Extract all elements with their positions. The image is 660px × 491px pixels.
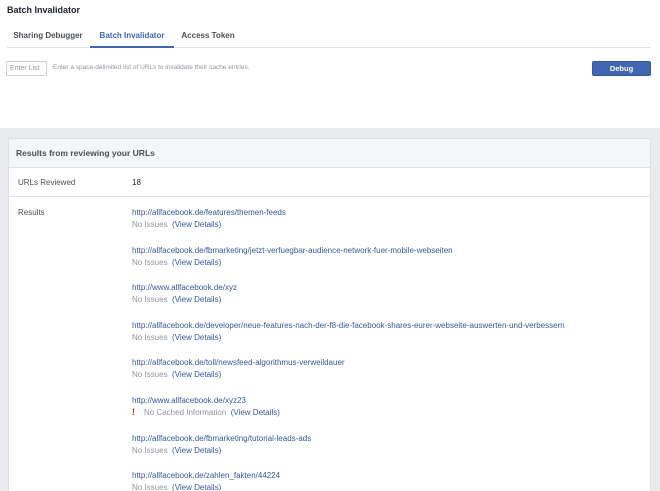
result-status: No Issues (View Details)	[132, 294, 642, 305]
result-url-link[interactable]: http://allfacebook.de/developer/neue-fea…	[132, 321, 642, 331]
result-status: No Issues (View Details)	[132, 369, 642, 380]
status-text: No Cached Information	[144, 407, 227, 417]
urls-reviewed-label: URLs Reviewed	[18, 178, 76, 187]
status-text: No Issues	[132, 332, 168, 342]
view-details-link[interactable]: View Details	[175, 258, 219, 267]
result-url-link[interactable]: http://allfacebook.de/features/themen-fe…	[132, 208, 642, 218]
result-item: http://allfacebook.de/fbmarketing/jetzt-…	[132, 246, 642, 284]
paren-close: )	[218, 295, 222, 305]
result-url-link[interactable]: http://www.allfacebook.de/xyz23	[132, 396, 642, 406]
tab-batch-invalidator[interactable]: Batch Invalidator	[90, 26, 174, 48]
results-header: Results from reviewing your URLs	[9, 139, 650, 168]
status-text: No Issues	[132, 370, 168, 380]
paren-close: )	[218, 332, 222, 342]
result-status: No Issues (View Details)	[132, 445, 642, 456]
batch-invalidator-app: Batch Invalidator Sharing Debugger Batch…	[0, 0, 660, 491]
view-details-link[interactable]: View Details	[175, 333, 219, 342]
view-details-link[interactable]: View Details	[175, 446, 219, 455]
results-card: Results from reviewing your URLs URLs Re…	[8, 138, 651, 491]
result-url-link[interactable]: http://www.allfacebook.de/xyz	[132, 283, 642, 293]
result-item: http://www.allfacebook.de/xyz No Issues (…	[132, 283, 642, 321]
view-details-link[interactable]: View Details	[175, 295, 219, 304]
tab-bar: Sharing Debugger Batch Invalidator Acces…	[7, 26, 651, 48]
urls-reviewed-count: 18	[132, 178, 141, 187]
tab-access-token[interactable]: Access Token	[177, 26, 239, 48]
result-item: http://allfacebook.de/developer/neue-fea…	[132, 321, 642, 359]
paren-close: )	[218, 257, 222, 267]
tab-sharing-debugger[interactable]: Sharing Debugger	[10, 26, 86, 48]
result-url-link[interactable]: http://allfacebook.de/fbmarketing/tutori…	[132, 434, 642, 444]
result-url-link[interactable]: http://allfacebook.de/toll/newsfeed-algo…	[132, 358, 642, 368]
result-item: http://allfacebook.de/features/themen-fe…	[132, 208, 642, 246]
result-status: No Issues (View Details)	[132, 257, 642, 268]
result-status: No Issues (View Details)	[132, 332, 642, 343]
status-text: No Issues	[132, 295, 168, 305]
paren-close: )	[218, 445, 222, 455]
result-url-link[interactable]: http://allfacebook.de/zahlen_fakten/4422…	[132, 471, 642, 481]
view-details-link[interactable]: View Details	[233, 408, 277, 417]
paren-close: )	[218, 483, 222, 491]
paren-close: )	[218, 220, 222, 229]
debug-button[interactable]: Debug	[592, 61, 651, 76]
result-item: http://www.allfacebook.de/xyz23! No Cache…	[132, 396, 642, 434]
result-status: No Issues (View Details)	[132, 219, 642, 230]
result-item: http://allfacebook.de/fbmarketing/tutori…	[132, 434, 642, 472]
url-list-input[interactable]	[6, 61, 47, 76]
status-text: No Issues	[132, 257, 168, 267]
result-status: No Issues (View Details)	[132, 482, 642, 491]
result-url-link[interactable]: http://allfacebook.de/fbmarketing/jetzt-…	[132, 246, 642, 256]
view-details-link[interactable]: View Details	[175, 220, 219, 229]
result-status: ! No Cached Information (View Details)	[132, 407, 642, 418]
result-list: http://allfacebook.de/features/themen-fe…	[132, 208, 642, 491]
status-text: No Issues	[132, 445, 168, 455]
page-title: Batch Invalidator	[7, 5, 81, 15]
paren-close: )	[218, 370, 222, 380]
input-hint: Enter a space-delimited list of URLs to …	[53, 64, 250, 71]
top-section: Batch Invalidator Sharing Debugger Batch…	[0, 0, 660, 128]
result-item: http://allfacebook.de/toll/newsfeed-algo…	[132, 358, 642, 396]
view-details-link[interactable]: View Details	[175, 370, 219, 379]
status-text: No Issues	[132, 483, 168, 491]
results-label: Results	[18, 208, 45, 217]
urls-reviewed-row: URLs Reviewed 18	[9, 168, 650, 197]
status-text: No Issues	[132, 220, 168, 229]
view-details-link[interactable]: View Details	[175, 483, 219, 491]
exclamation-icon: !	[132, 406, 135, 417]
paren-close: )	[277, 407, 280, 417]
result-item: http://allfacebook.de/zahlen_fakten/4422…	[132, 471, 642, 491]
